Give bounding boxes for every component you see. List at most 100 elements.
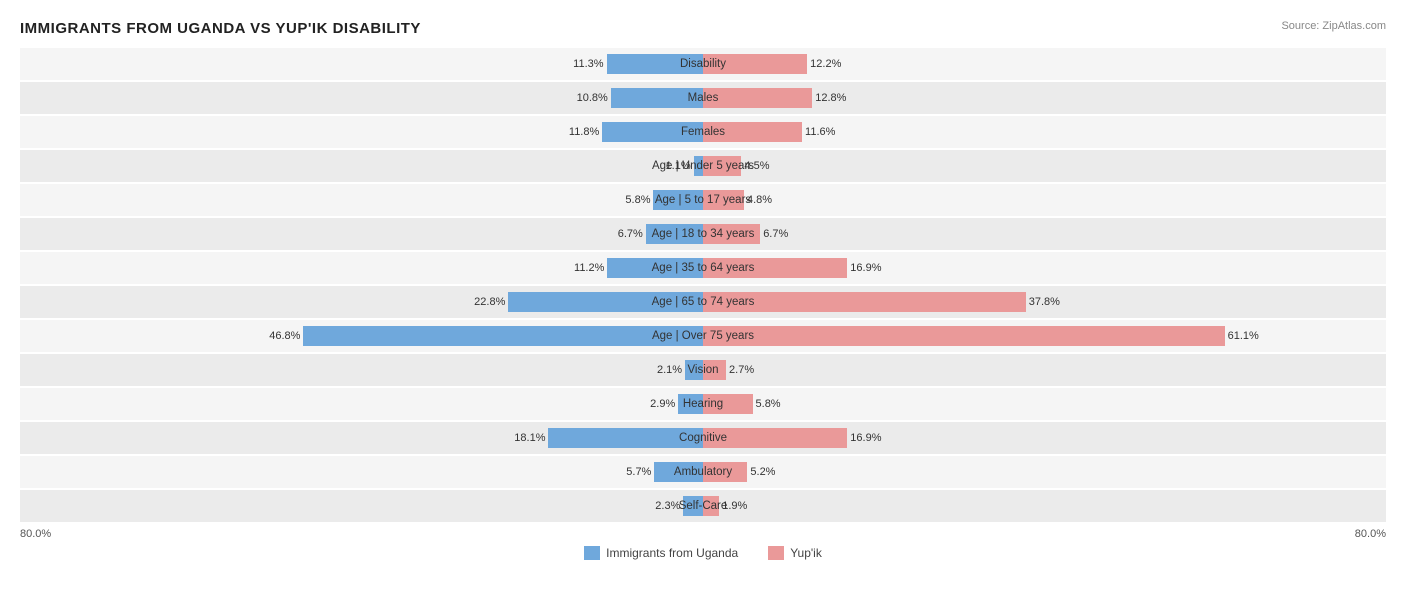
left-section: 11.3% xyxy=(20,48,703,80)
left-bar xyxy=(602,122,703,142)
left-section: 5.7% xyxy=(20,456,703,488)
right-section: 16.9% xyxy=(703,252,1386,284)
chart-title: IMMIGRANTS FROM UGANDA VS YUP'IK DISABIL… xyxy=(20,20,421,37)
chart-container: IMMIGRANTS FROM UGANDA VS YUP'IK DISABIL… xyxy=(20,20,1386,560)
legend-label-yupik: Yup'ik xyxy=(790,546,822,560)
right-section: 2.7% xyxy=(703,354,1386,386)
left-value: 18.1% xyxy=(514,432,548,444)
left-section: 11.2% xyxy=(20,252,703,284)
bar-row: 2.1% Vision 2.7% xyxy=(20,354,1386,386)
right-section: 61.1% xyxy=(703,320,1386,352)
right-section: 4.5% xyxy=(703,150,1386,182)
left-bar xyxy=(683,496,703,516)
right-value: 5.2% xyxy=(747,466,775,478)
right-value: 11.6% xyxy=(802,126,835,138)
right-value: 4.5% xyxy=(741,160,769,172)
right-value: 16.9% xyxy=(847,432,881,444)
axis-row: 80.0% 80.0% xyxy=(20,528,1386,540)
left-value: 11.3% xyxy=(573,58,606,70)
bar-row: 5.8% Age | 5 to 17 years 4.8% xyxy=(20,184,1386,216)
right-section: 11.6% xyxy=(703,116,1386,148)
bar-row: 11.3% Disability 12.2% xyxy=(20,48,1386,80)
left-bar xyxy=(611,88,703,108)
bar-row: 2.9% Hearing 5.8% xyxy=(20,388,1386,420)
right-value: 61.1% xyxy=(1225,330,1259,342)
left-bar xyxy=(694,156,703,176)
legend-color-blue xyxy=(584,546,600,560)
left-value: 10.8% xyxy=(577,92,611,104)
left-bar xyxy=(607,258,703,278)
left-value: 46.8% xyxy=(269,330,303,342)
right-value: 1.9% xyxy=(719,500,747,512)
axis-right: 80.0% xyxy=(1355,528,1386,540)
right-bar xyxy=(703,190,744,210)
bar-row: 11.8% Females 11.6% xyxy=(20,116,1386,148)
right-value: 12.8% xyxy=(812,92,846,104)
left-section: 2.9% xyxy=(20,388,703,420)
left-section: 22.8% xyxy=(20,286,703,318)
right-bar xyxy=(703,54,807,74)
axis-left: 80.0% xyxy=(20,528,51,540)
right-value: 2.7% xyxy=(726,364,754,376)
right-bar xyxy=(703,292,1026,312)
right-bar xyxy=(703,258,847,278)
chart-area: 11.3% Disability 12.2% 10.8% Males 12.8%… xyxy=(20,48,1386,522)
legend-item-uganda: Immigrants from Uganda xyxy=(584,546,738,560)
legend-color-pink xyxy=(768,546,784,560)
right-section: 16.9% xyxy=(703,422,1386,454)
right-bar xyxy=(703,360,726,380)
left-value: 5.8% xyxy=(625,194,653,206)
right-section: 37.8% xyxy=(703,286,1386,318)
bar-row: 22.8% Age | 65 to 74 years 37.8% xyxy=(20,286,1386,318)
left-bar xyxy=(654,462,703,482)
left-section: 1.1% xyxy=(20,150,703,182)
right-bar xyxy=(703,428,847,448)
right-bar xyxy=(703,496,719,516)
left-bar xyxy=(548,428,703,448)
bar-row: 1.1% Age | Under 5 years 4.5% xyxy=(20,150,1386,182)
left-section: 2.1% xyxy=(20,354,703,386)
left-bar xyxy=(653,190,703,210)
right-value: 5.8% xyxy=(753,398,781,410)
left-value: 2.3% xyxy=(655,500,683,512)
left-value: 6.7% xyxy=(618,228,646,240)
legend: Immigrants from Uganda Yup'ik xyxy=(20,546,1386,560)
bar-row: 18.1% Cognitive 16.9% xyxy=(20,422,1386,454)
bar-row: 10.8% Males 12.8% xyxy=(20,82,1386,114)
left-value: 5.7% xyxy=(626,466,654,478)
bar-row: 5.7% Ambulatory 5.2% xyxy=(20,456,1386,488)
left-value: 2.9% xyxy=(650,398,678,410)
left-bar xyxy=(303,326,703,346)
right-value: 16.9% xyxy=(847,262,881,274)
left-bar xyxy=(678,394,703,414)
bar-row: 2.3% Self-Care 1.9% xyxy=(20,490,1386,522)
right-bar xyxy=(703,462,747,482)
left-bar xyxy=(607,54,703,74)
right-value: 4.8% xyxy=(744,194,772,206)
right-section: 4.8% xyxy=(703,184,1386,216)
left-value: 11.2% xyxy=(574,262,607,274)
left-value: 1.1% xyxy=(666,160,694,172)
left-section: 6.7% xyxy=(20,218,703,250)
left-section: 18.1% xyxy=(20,422,703,454)
left-bar xyxy=(508,292,703,312)
right-section: 12.8% xyxy=(703,82,1386,114)
left-bar xyxy=(646,224,703,244)
left-value: 2.1% xyxy=(657,364,685,376)
left-section: 10.8% xyxy=(20,82,703,114)
right-bar xyxy=(703,122,802,142)
legend-label-uganda: Immigrants from Uganda xyxy=(606,546,738,560)
right-bar xyxy=(703,326,1225,346)
right-section: 5.8% xyxy=(703,388,1386,420)
right-bar xyxy=(703,156,741,176)
bar-row: 46.8% Age | Over 75 years 61.1% xyxy=(20,320,1386,352)
bar-row: 6.7% Age | 18 to 34 years 6.7% xyxy=(20,218,1386,250)
right-bar xyxy=(703,224,760,244)
chart-source: Source: ZipAtlas.com xyxy=(1281,20,1386,32)
bar-row: 11.2% Age | 35 to 64 years 16.9% xyxy=(20,252,1386,284)
right-value: 12.2% xyxy=(807,58,841,70)
left-section: 5.8% xyxy=(20,184,703,216)
right-value: 6.7% xyxy=(760,228,788,240)
left-value: 11.8% xyxy=(569,126,602,138)
legend-item-yupik: Yup'ik xyxy=(768,546,822,560)
